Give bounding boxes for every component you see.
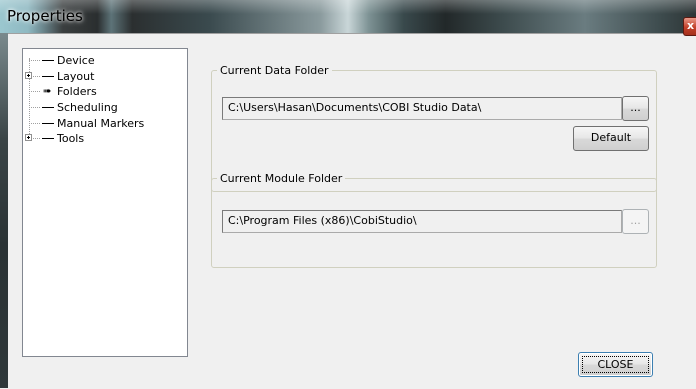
arrow-right-icon: ➠ [43, 86, 52, 97]
data-folder-browse-button[interactable]: ... [622, 96, 649, 121]
tree-item-scheduling[interactable]: Scheduling [23, 100, 187, 115]
module-folder-path-field[interactable]: C:\Program Files (x86)\CobiStudio\ [222, 210, 622, 233]
tree-dash [42, 138, 54, 139]
focus-rect [582, 356, 649, 373]
close-button[interactable]: CLOSE [578, 352, 653, 377]
tree-item-label: Layout [57, 70, 95, 83]
tree-connector [29, 123, 40, 124]
titlebar[interactable]: Properties x [0, 0, 696, 36]
tree-item-folders[interactable]: ➠ Folders [23, 84, 187, 99]
tree-dash [42, 76, 54, 77]
tree-item-label: Scheduling [57, 101, 118, 114]
tree-item-layout[interactable]: Layout [23, 69, 187, 84]
tree-item-label: Device [57, 54, 95, 67]
tree-dash [42, 60, 54, 61]
window-title: Properties [7, 7, 83, 25]
module-folder-browse-button[interactable]: ... [622, 209, 649, 234]
close-icon[interactable]: x [683, 17, 696, 36]
tree-item-manual-markers[interactable]: Manual Markers [23, 116, 187, 131]
tree-connector [29, 91, 40, 92]
tree-item-label: Manual Markers [57, 117, 145, 130]
tree-connector [33, 76, 40, 77]
group-legend: Current Data Folder [220, 64, 329, 77]
plus-box-icon[interactable] [25, 72, 32, 79]
default-button[interactable]: Default [573, 126, 649, 151]
tree-item-label: Folders [57, 85, 97, 98]
tree-dash [42, 107, 54, 108]
plus-box-icon[interactable] [25, 134, 32, 141]
tree-connector [29, 107, 40, 108]
group-legend: Current Module Folder [220, 172, 343, 185]
tree-connector [29, 60, 40, 61]
data-folder-path-field[interactable]: C:\Users\Hasan\Documents\COBI Studio Dat… [222, 97, 622, 120]
tree-dash [42, 123, 54, 124]
dialog-client: Device Layout ➠ Folders Scheduling Manua… [8, 33, 696, 389]
tree-item-label: Tools [57, 132, 85, 145]
window-frame-left [0, 33, 8, 388]
tree-connector [33, 138, 40, 139]
properties-tree[interactable]: Device Layout ➠ Folders Scheduling Manua… [22, 48, 188, 357]
tree-item-tools[interactable]: Tools [23, 131, 187, 146]
tree-item-device[interactable]: Device [23, 53, 187, 68]
